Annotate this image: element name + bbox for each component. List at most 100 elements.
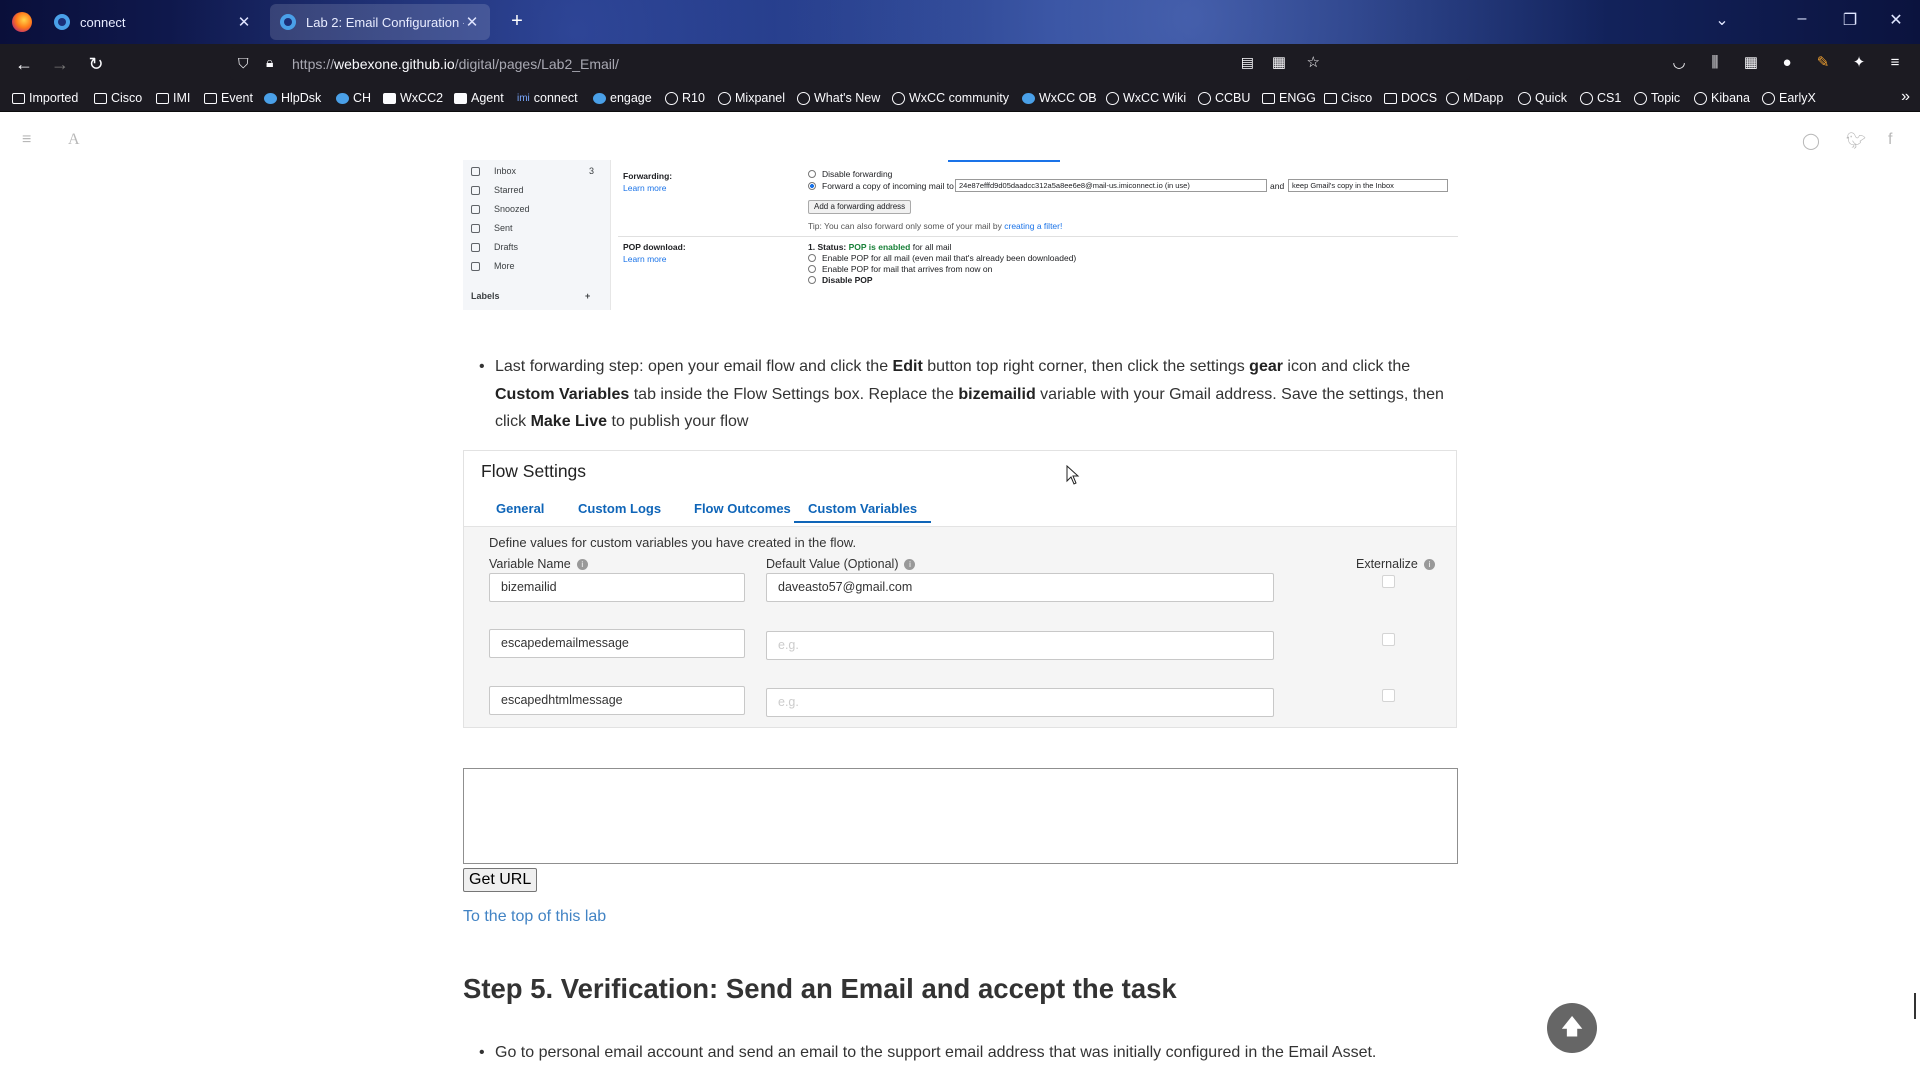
bookmark-engg[interactable]: ENGG [1262, 89, 1316, 107]
menu-hamburger-icon[interactable]: ≡ [1884, 52, 1906, 74]
webex-icon [54, 14, 70, 30]
bookmark-cisco-2[interactable]: Cisco [1324, 89, 1372, 107]
folder-icon [204, 92, 217, 104]
draft-icon [471, 242, 480, 252]
gmail-settings-panel: Forwarding: Learn more Disable forwardin… [618, 160, 1458, 310]
profile-icon[interactable]: ● [1776, 52, 1798, 74]
top-of-lab-link[interactable]: To the top of this lab [463, 908, 606, 926]
twitter-icon[interactable]: 🐦︎ [1846, 131, 1866, 151]
list-all-tabs-chevron-icon[interactable]: ⌄ [1702, 10, 1742, 30]
shield-icon[interactable]: ⛉ [238, 55, 249, 72]
nav-toolbar: ← → ↻ ⛉ 🔒︎ https://webexone.github.io/di… [0, 44, 1920, 84]
folder-icon [156, 92, 169, 104]
bookmark-imported[interactable]: Imported [12, 89, 78, 107]
inbox-icon [471, 166, 480, 176]
browser-window: connect ✕ Lab 2: Email Configuration - L… [0, 0, 1920, 1080]
gmail-learn-more: Learn more [623, 183, 667, 193]
bookmark-docs[interactable]: DOCS [1384, 89, 1437, 107]
url-text[interactable]: https://webexone.github.io/digital/pages… [292, 56, 619, 72]
github-icon[interactable]: ◯ [1802, 131, 1820, 151]
gmail-forwarding-label: Forwarding: [623, 171, 673, 181]
close-icon[interactable]: ✕ [236, 13, 252, 31]
bookmark-mdapp[interactable]: MDapp [1446, 89, 1503, 107]
minimize-icon[interactable]: – [1782, 10, 1822, 28]
scrollbar-thumb[interactable] [1914, 993, 1916, 1019]
bookmark-star-icon[interactable]: ☆ [1307, 53, 1320, 71]
gmail-keep-select: keep Gmail's copy in the Inbox [1288, 179, 1448, 192]
bookmark-whats-new[interactable]: What's New [797, 89, 880, 107]
facebook-icon[interactable]: f [1888, 131, 1892, 149]
bookmark-wxcc2[interactable]: WxCC2 [383, 89, 443, 107]
bookmark-quick[interactable]: Quick [1518, 89, 1567, 107]
gmail-labels-heading: Labels + [471, 291, 591, 301]
reload-icon[interactable]: ↻ [84, 52, 108, 76]
folder-icon [1384, 92, 1397, 104]
gmail-sidebar-item: Starred [471, 185, 524, 195]
info-icon: i [1423, 558, 1435, 570]
bookmark-hlpdsk[interactable]: HlpDsk [264, 89, 321, 107]
gmail-learn-more: Learn more [623, 254, 667, 264]
bookmark-r10[interactable]: R10 [665, 89, 705, 107]
pocket-icon[interactable]: ◡ [1668, 52, 1690, 74]
globe-icon [1106, 91, 1119, 105]
variable-name-field: escapedhtmlmessage [489, 686, 745, 715]
instruction-bullet-verification: Go to personal email account and send an… [479, 1039, 1595, 1067]
flow-tab-flow-outcomes: Flow Outcomes [694, 501, 791, 516]
page-icon [454, 92, 467, 104]
tab-lab2[interactable]: Lab 2: Email Configuration - Lab ✕ [270, 4, 490, 40]
close-icon[interactable]: ✕ [464, 13, 480, 31]
bookmark-cisco[interactable]: Cisco [94, 89, 142, 107]
back-arrow-icon[interactable]: ← [12, 52, 36, 76]
bookmark-wxcc-community[interactable]: WxCC community [892, 89, 1009, 107]
flow-settings-description: Define values for custom variables you h… [489, 535, 857, 550]
bookmark-agent[interactable]: Agent [454, 89, 504, 107]
bookmark-event[interactable]: Event [204, 89, 253, 107]
qr-code-icon[interactable]: ▦ [1272, 53, 1286, 71]
gmail-sidebar-item: Sent [471, 223, 513, 233]
bookmark-topic[interactable]: Topic [1634, 89, 1680, 107]
forward-arrow-icon[interactable]: → [48, 52, 72, 76]
menu-hamburger-icon[interactable]: ≡ [22, 131, 31, 149]
reader-view-icon[interactable]: ▤ [1241, 54, 1254, 71]
extensions-grid-icon[interactable]: ▦ [1740, 52, 1762, 74]
flow-settings-screenshot: Flow Settings General Custom Logs Flow O… [463, 450, 1457, 728]
bookmark-connect[interactable]: imi connect [517, 89, 578, 107]
bookmark-engage[interactable]: engage [593, 89, 652, 107]
new-tab-plus-icon[interactable]: + [505, 10, 529, 34]
addon-icon[interactable]: ✎ [1812, 52, 1834, 74]
bookmark-wxcc-ob[interactable]: WxCC OB [1022, 89, 1097, 107]
more-bookmarks-chevron-icon[interactable]: » [1901, 88, 1910, 106]
firefox-icon[interactable] [12, 12, 32, 32]
bookmark-earlyx[interactable]: EarlyX [1762, 89, 1816, 107]
bookmark-imi[interactable]: IMI [156, 89, 190, 107]
col-default-value: Default Value (Optional) i [766, 557, 916, 571]
lock-icon[interactable]: 🔒︎ [266, 54, 273, 71]
gmail-radio-disable: Disable forwarding [808, 169, 892, 179]
flow-settings-title: Flow Settings [481, 461, 587, 481]
bookmark-cs1[interactable]: CS1 [1580, 89, 1621, 107]
bookmark-ccbu[interactable]: CCBU [1198, 89, 1250, 107]
gmail-radio-pop-disable: Disable POP [808, 275, 873, 285]
font-settings-icon[interactable]: A [68, 131, 80, 149]
restore-icon[interactable]: ❐ [1830, 10, 1870, 30]
mouse-cursor-icon [1066, 465, 1080, 485]
send-icon [471, 223, 480, 233]
clock-icon [471, 204, 480, 214]
globe-icon [1198, 91, 1211, 105]
url-output-textarea[interactable] [463, 768, 1458, 864]
bookmark-wxcc-wiki[interactable]: WxCC Wiki [1106, 89, 1186, 107]
gmail-sidebar-item: Inbox 3 [471, 166, 594, 176]
get-url-button[interactable]: Get URL [463, 868, 538, 892]
bookmark-mixpanel[interactable]: Mixpanel [718, 89, 785, 107]
library-icon[interactable]: ⫼ [1704, 52, 1726, 74]
gmail-add-forwarding-button: Add a forwarding address [808, 200, 912, 214]
tab-connect[interactable]: connect ✕ [44, 4, 262, 40]
webex-icon [1022, 92, 1035, 104]
puzzle-icon[interactable]: ✦ [1848, 52, 1870, 74]
bookmark-kibana[interactable]: Kibana [1694, 89, 1750, 107]
url-bar[interactable]: ⛉ 🔒︎ https://webexone.github.io/digital/… [230, 48, 1470, 80]
window-close-icon[interactable]: ✕ [1876, 10, 1916, 30]
externalize-checkbox [1382, 633, 1395, 646]
bookmark-ch[interactable]: CH [336, 89, 371, 107]
scroll-to-top-arrow-icon[interactable]: 🡅 [1547, 1003, 1597, 1053]
